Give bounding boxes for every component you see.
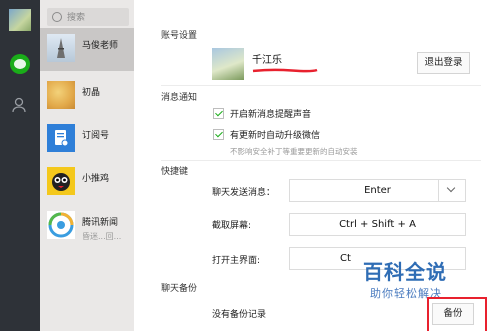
chat-name: 初晶 [82, 88, 101, 98]
chat-list-item[interactable]: 初晶 [40, 75, 134, 118]
contacts-nav-icon[interactable] [11, 96, 29, 114]
chat-nav-icon[interactable] [10, 54, 30, 74]
chat-name: 马俊老师 [82, 41, 119, 51]
chevron-down-icon[interactable] [438, 180, 465, 201]
no-backup-text: 没有备份记录 [212, 310, 267, 320]
chat-name: 腾讯新闻 [82, 218, 119, 228]
auto-update-label: 有更新时自动升级微信 [230, 131, 321, 141]
screenshot-label: 截取屏幕: [212, 221, 252, 231]
auto-update-checkbox[interactable] [213, 129, 224, 140]
shortcut-section-title: 快捷键 [161, 167, 189, 177]
send-message-label: 聊天发送消息： [212, 188, 276, 198]
chat-avatar [47, 167, 75, 195]
notify-section-title: 消息通知 [161, 93, 198, 103]
send-shortcut-value: Enter [364, 185, 391, 196]
search-icon [52, 12, 62, 22]
chat-name: 小推鸡 [82, 174, 110, 184]
profile-name: 千江乐 [252, 55, 282, 66]
news-icon [47, 211, 75, 239]
logout-button[interactable]: 退出登录 [417, 52, 470, 74]
notify-sound-checkbox[interactable] [213, 108, 224, 119]
chat-list-item[interactable]: 腾讯新闻 昏迷...回... [40, 205, 134, 248]
search-input[interactable]: 搜索 [67, 10, 85, 23]
watermark-title: 百科全说 [363, 260, 447, 284]
chat-avatar [47, 34, 75, 62]
subscription-icon [47, 124, 75, 152]
chat-preview: 昏迷...回... [82, 232, 122, 241]
chat-list-item[interactable]: 马俊老师 [40, 28, 134, 71]
chat-avatar [47, 81, 75, 109]
backup-section-title: 聊天备份 [161, 284, 198, 294]
open-main-label: 打开主界面: [212, 256, 261, 266]
user-avatar[interactable] [9, 9, 31, 31]
screenshot-shortcut-field[interactable]: Ctrl + Shift + A [289, 213, 466, 236]
highlight-box [427, 297, 487, 331]
divider [161, 85, 481, 86]
notify-sound-label: 开启新消息提醒声音 [230, 110, 312, 120]
chat-list-item[interactable]: 小推鸡 [40, 161, 134, 204]
divider [161, 160, 481, 161]
auto-update-note: 不影响安全补丁等重要更新的自动安装 [230, 147, 358, 156]
account-section-title: 账号设置 [161, 31, 198, 41]
chat-name: 订阅号 [82, 131, 110, 141]
search-box[interactable]: 搜索 [47, 8, 129, 26]
redaction-mark [252, 68, 318, 73]
send-shortcut-select[interactable]: Enter [289, 179, 466, 202]
profile-avatar [212, 48, 244, 80]
app-icon-bar [0, 0, 40, 331]
chat-list-item[interactable]: 订阅号 [40, 118, 134, 161]
